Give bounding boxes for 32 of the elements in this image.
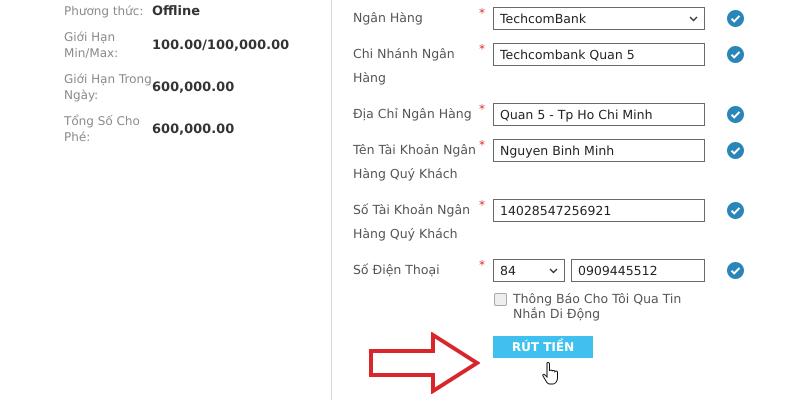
required-mark: * [479,199,486,211]
summary-value: 100.00/100,000.00 [152,38,290,52]
input-field[interactable]: Nguyen Binh Minh [493,139,705,162]
input-field[interactable]: Techcombank Quan 5 [493,43,705,66]
required-mark: * [479,139,486,151]
caret-icon [689,16,698,22]
required-mark: * [479,103,486,115]
required-mark: * [479,43,486,55]
summary-label: Phương thức: [64,3,144,19]
summary-value: 600,000.00 [152,80,234,94]
input-field[interactable]: 14028547256921 [493,199,705,222]
summary-label: Giới Hạn Min/Max: [64,29,120,61]
sms-checkbox[interactable] [494,293,507,306]
input-field[interactable]: Quan 5 - Tp Ho Chi Minh [493,103,705,126]
summary-value: Offline [152,4,200,18]
field-label: Số Điện Thoại [353,261,441,279]
field-label: Chi Nhánh Ngân Hàng [353,45,456,87]
field-label: Ngân Hàng [353,9,424,27]
summary-value: 600,000.00 [152,122,234,136]
required-mark: * [479,259,486,271]
country-code-select[interactable]: 84 [493,259,565,282]
phone-field[interactable]: 0909445512 [571,259,705,282]
bank-select[interactable]: TechcomBank [493,7,705,30]
summary-label: Giới Hạn Trong Ngày: [64,71,152,103]
field-label: Địa Chỉ Ngân Hàng [353,105,473,123]
field-label: Số Tài Khoản Ngân Hàng Quý Khách [353,201,472,243]
required-mark: * [479,7,486,19]
sms-notice-label: Thông Báo Cho Tôi Qua Tin Nhắn Di Động [513,291,682,321]
field-label: Tên Tài Khoản Ngân Hàng Quý Khách [353,141,477,183]
summary-label: Tổng Số Cho Phé: [64,113,141,145]
hand-cursor-icon [542,361,560,385]
caret-icon [549,268,558,274]
